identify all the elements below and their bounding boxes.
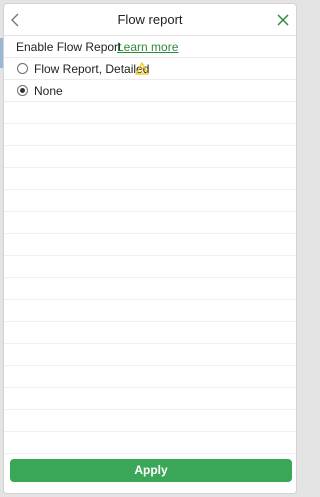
dialog-footer: Apply bbox=[4, 455, 296, 493]
enable-flow-report-label: Enable Flow Report bbox=[16, 40, 122, 54]
empty-list-area bbox=[4, 102, 296, 454]
empty-row bbox=[4, 278, 296, 300]
option-none[interactable]: None bbox=[4, 80, 296, 102]
option-label-none: None bbox=[34, 84, 63, 98]
empty-row bbox=[4, 388, 296, 410]
dialog-header: Flow report bbox=[4, 4, 296, 36]
empty-row bbox=[4, 300, 296, 322]
option-label-flow-report-detailed: Flow Report, Detailed bbox=[34, 62, 150, 76]
empty-row bbox=[4, 146, 296, 168]
chevron-left-icon[interactable] bbox=[9, 13, 21, 27]
empty-row bbox=[4, 168, 296, 190]
empty-row bbox=[4, 212, 296, 234]
learn-more-link[interactable]: Learn more bbox=[117, 36, 178, 58]
empty-row bbox=[4, 190, 296, 212]
empty-row bbox=[4, 234, 296, 256]
radio-flow-report-detailed[interactable] bbox=[17, 63, 28, 74]
empty-row bbox=[4, 432, 296, 454]
radio-none[interactable] bbox=[17, 85, 28, 96]
empty-row bbox=[4, 124, 296, 146]
option-flow-report-detailed[interactable]: Flow Report, Detailed bbox=[4, 58, 296, 80]
empty-row bbox=[4, 322, 296, 344]
warning-icon bbox=[135, 62, 149, 75]
empty-row bbox=[4, 256, 296, 278]
empty-row bbox=[4, 366, 296, 388]
empty-row bbox=[4, 410, 296, 432]
empty-row bbox=[4, 344, 296, 366]
enable-flow-report-row: Enable Flow Report Learn more bbox=[4, 36, 296, 58]
flow-report-dialog: Flow report Enable Flow Report Learn mor… bbox=[3, 3, 297, 494]
apply-button[interactable]: Apply bbox=[10, 459, 292, 482]
dialog-title: Flow report bbox=[117, 12, 183, 27]
close-icon[interactable] bbox=[276, 13, 290, 27]
empty-row bbox=[4, 102, 296, 124]
